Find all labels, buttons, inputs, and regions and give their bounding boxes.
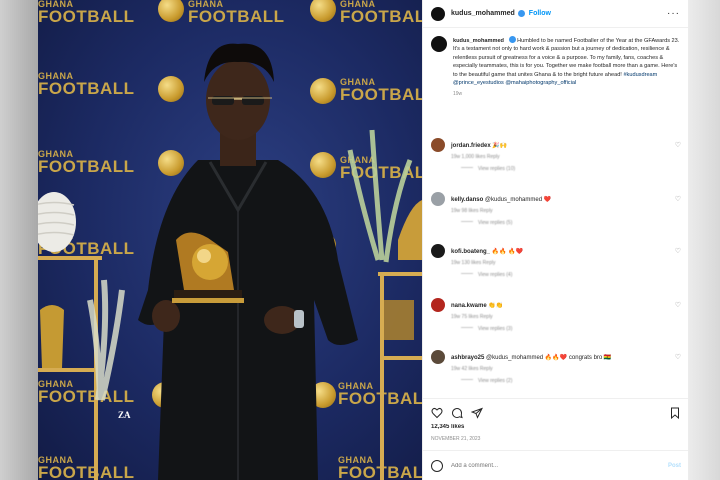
- comment-like-icon[interactable]: ♡: [675, 301, 681, 309]
- verified-badge-icon: [517, 10, 525, 17]
- left-blurred-edge: [0, 0, 38, 480]
- view-replies-button[interactable]: View replies (5): [461, 220, 681, 226]
- comment-meta[interactable]: 19w 42 likes Reply: [451, 366, 681, 372]
- post-date: NOVEMBER 21, 2023: [431, 436, 481, 442]
- caption-avatar[interactable]: [431, 36, 447, 52]
- post-comment-button[interactable]: Post: [668, 463, 681, 469]
- photographer-watermark: ZA: [118, 410, 131, 420]
- comment-meta[interactable]: 19w 75 likes Reply: [451, 314, 681, 320]
- post-panel: kudus_mohammed Follow ··· kudus_mohammed…: [422, 0, 689, 480]
- heart-icon[interactable]: [431, 407, 443, 419]
- comment-text: nana.kwame 👏👏: [451, 302, 504, 309]
- bookmark-icon[interactable]: [669, 407, 681, 419]
- caption-hashtag[interactable]: #kudusdream: [623, 72, 657, 78]
- caption-username[interactable]: kudus_mohammed: [453, 38, 504, 44]
- comment-item: kofi.boateng_ 🔥🔥 🔥❤️ ♡ 19w 130 likes Rep…: [431, 244, 681, 278]
- post-photo[interactable]: GHANAFOOTBALL GHANAFOOTBALL GHANAFOOTBAL…: [38, 0, 422, 480]
- comment-like-icon[interactable]: ♡: [675, 247, 681, 255]
- comment-text: kofi.boateng_ 🔥🔥 🔥❤️: [451, 248, 524, 255]
- verified-badge-icon: [508, 36, 516, 43]
- comment-username[interactable]: kofi.boateng_: [451, 249, 490, 255]
- caption-mentions[interactable]: @prince_eyestudios @mahaiphotography_off…: [453, 80, 576, 86]
- comment-meta[interactable]: 19w 98 likes Reply: [451, 208, 681, 214]
- comment-text: ashbrayo25 @kudus_mohammed 🔥🔥❤️ congrats…: [451, 354, 612, 361]
- comment-item: kelly.danso @kudus_mohammed ❤️ ♡ 19w 98 …: [431, 192, 681, 226]
- comment-avatar[interactable]: [431, 350, 445, 364]
- caption-text-block: kudus_mohammed Humbled to be named Footb…: [453, 36, 680, 87]
- post-actions-bar: [423, 398, 689, 419]
- follow-button[interactable]: Follow: [529, 10, 551, 17]
- comment-text: kelly.danso @kudus_mohammed ❤️: [451, 196, 552, 203]
- more-options-icon[interactable]: ···: [667, 8, 680, 19]
- author-avatar[interactable]: [431, 6, 445, 21]
- comment-text: jordan.friedex 🎉🙌: [451, 142, 508, 149]
- comment-item: nana.kwame 👏👏 ♡ 19w 75 likes Reply View …: [431, 298, 681, 332]
- comment-item: jordan.friedex 🎉🙌 ♡ 19w 1,000 likes Repl…: [431, 138, 681, 172]
- comment-avatar[interactable]: [431, 244, 445, 258]
- comment-username[interactable]: nana.kwame: [451, 303, 487, 309]
- comment-like-icon[interactable]: ♡: [675, 353, 681, 361]
- likes-count[interactable]: 12,345 likes: [431, 424, 464, 430]
- comment-username[interactable]: jordan.friedex: [451, 143, 491, 149]
- comment-item: ashbrayo25 @kudus_mohammed 🔥🔥❤️ congrats…: [431, 350, 681, 384]
- view-replies-button[interactable]: View replies (10): [461, 166, 681, 172]
- view-replies-button[interactable]: View replies (4): [461, 272, 681, 278]
- comment-icon[interactable]: [451, 407, 463, 419]
- add-comment-input[interactable]: [451, 462, 631, 469]
- caption-time: 19w: [453, 91, 463, 98]
- comment-like-icon[interactable]: ♡: [675, 141, 681, 149]
- post-header: kudus_mohammed Follow ···: [423, 0, 688, 28]
- comment-meta[interactable]: 19w 130 likes Reply: [451, 260, 681, 266]
- post-caption: kudus_mohammed Humbled to be named Footb…: [423, 28, 688, 87]
- right-blurred-edge: [688, 0, 720, 480]
- comment-meta[interactable]: 19w 1,000 likes Reply: [451, 154, 681, 160]
- comment-avatar[interactable]: [431, 192, 445, 206]
- comment-username[interactable]: ashbrayo25: [451, 355, 484, 361]
- comment-avatar[interactable]: [431, 298, 445, 312]
- comment-like-icon[interactable]: ♡: [675, 195, 681, 203]
- view-replies-button[interactable]: View replies (2): [461, 378, 681, 384]
- share-icon[interactable]: [471, 407, 483, 419]
- view-replies-button[interactable]: View replies (3): [461, 326, 681, 332]
- comment-avatar[interactable]: [431, 138, 445, 152]
- photo-scene: [38, 43, 422, 480]
- author-username[interactable]: kudus_mohammed: [451, 10, 515, 17]
- add-comment-bar: Post: [423, 450, 689, 480]
- comment-username[interactable]: kelly.danso: [451, 197, 483, 203]
- emoji-icon[interactable]: [431, 459, 443, 472]
